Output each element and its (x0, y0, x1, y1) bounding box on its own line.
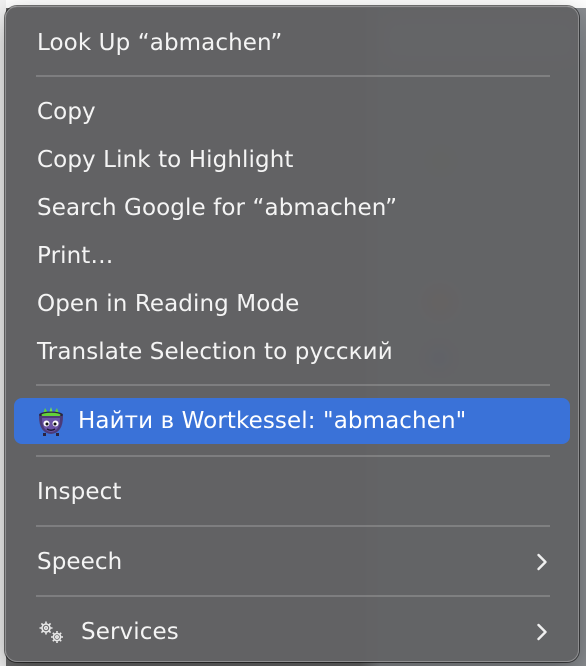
menu-item-label: Speech (37, 549, 123, 575)
menu-separator (36, 455, 550, 457)
menu-item-label: Print… (37, 243, 114, 269)
menu-item-reading-mode[interactable]: Open in Reading Mode (14, 280, 570, 328)
menu-separator (36, 384, 550, 386)
chevron-right-icon (537, 623, 547, 641)
menu-item-label: Copy (37, 99, 96, 125)
menu-item-inspect[interactable]: Inspect (14, 468, 570, 516)
menu-item-label: Copy Link to Highlight (37, 147, 294, 173)
chevron-right-icon (537, 553, 547, 571)
gears-icon (37, 615, 67, 649)
menu-item-search-google[interactable]: Search Google for “abmachen” (14, 184, 570, 232)
menu-item-label: Services (81, 619, 179, 645)
menu-item-label: Search Google for “abmachen” (37, 195, 398, 221)
menu-item-label: Найти в Wortkessel: "abmachen" (78, 408, 467, 434)
menu-item-wortkessel[interactable]: Найти в Wortkessel: "abmachen" (14, 398, 570, 444)
menu-item-label: Inspect (37, 479, 122, 505)
menu-item-label: Open in Reading Mode (37, 291, 300, 317)
menu-item-translate[interactable]: Translate Selection to русский (14, 328, 570, 376)
menu-separator (36, 75, 550, 77)
menu-item-copy-link[interactable]: Copy Link to Highlight (14, 136, 570, 184)
menu-item-label: Translate Selection to русский (37, 339, 393, 365)
menu-separator (36, 525, 550, 527)
menu-item-speech[interactable]: Speech (14, 538, 570, 586)
menu-item-copy[interactable]: Copy (14, 88, 570, 136)
context-menu: Look Up “abmachen” Copy Copy Link to Hig… (5, 6, 579, 662)
menu-item-look-up[interactable]: Look Up “abmachen” (14, 19, 570, 67)
cauldron-icon (34, 404, 68, 438)
menu-item-label: Look Up “abmachen” (37, 30, 283, 56)
menu-separator (36, 595, 550, 597)
menu-item-services[interactable]: Services (14, 608, 570, 656)
menu-item-print[interactable]: Print… (14, 232, 570, 280)
